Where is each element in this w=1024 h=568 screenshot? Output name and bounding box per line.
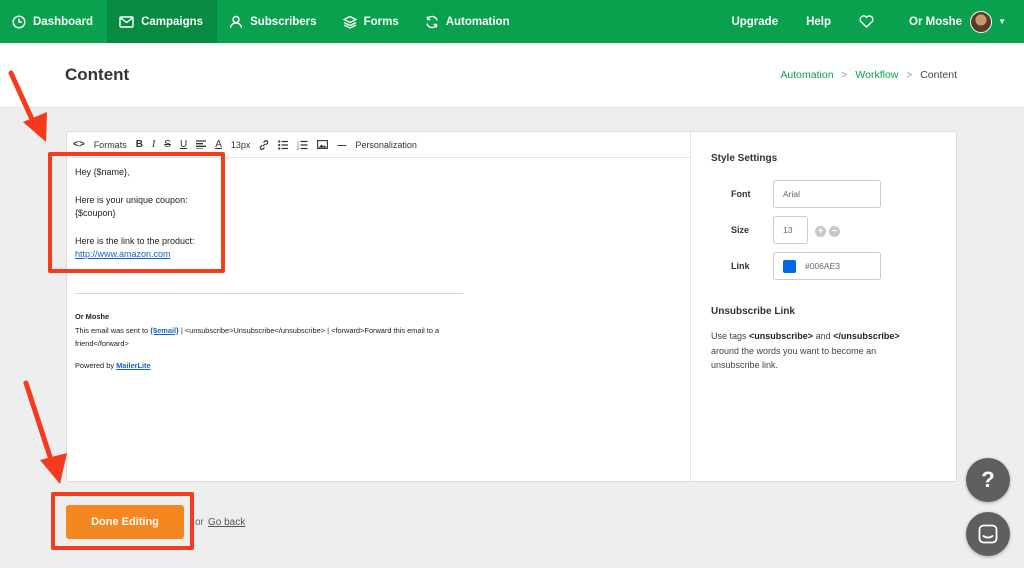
help-button[interactable]: ? xyxy=(966,458,1010,502)
nav-subscribers-label: Subscribers xyxy=(250,15,317,28)
dashboard-icon xyxy=(12,14,26,29)
breadcrumb: Automation > Workflow > Content xyxy=(780,69,957,81)
nav-dashboard[interactable]: Dashboard xyxy=(0,0,107,43)
divider-icon[interactable]: — xyxy=(337,140,346,150)
link-color-value: #006AE3 xyxy=(805,261,840,271)
text-color-icon[interactable]: A xyxy=(215,139,222,150)
avatar xyxy=(970,10,993,33)
unsub-and: and xyxy=(813,331,834,341)
page-title: Content xyxy=(65,65,130,84)
nav-automation[interactable]: Automation xyxy=(413,0,524,43)
chevron-down-icon: ▼ xyxy=(998,17,1006,26)
personalization-dropdown[interactable]: Personalization xyxy=(355,140,417,150)
user-menu[interactable]: Or Moshe ▼ xyxy=(895,0,1024,43)
breadcrumb-workflow[interactable]: Workflow xyxy=(855,69,898,81)
footer-powered-prefix: Powered by xyxy=(75,360,117,370)
breadcrumb-current: Content xyxy=(920,69,957,81)
refresh-icon xyxy=(426,15,438,28)
nav-campaigns-label: Campaigns xyxy=(141,15,204,28)
color-swatch[interactable] xyxy=(783,259,796,273)
footer-powered: Powered by MailerLite xyxy=(75,359,465,373)
chat-icon xyxy=(978,524,998,544)
nav-subscribers[interactable]: Subscribers xyxy=(217,0,330,43)
email-divider xyxy=(75,293,463,294)
nav-dashboard-label: Dashboard xyxy=(33,15,94,28)
envelope-icon xyxy=(119,15,134,28)
unsubscribe-title: Unsubscribe Link xyxy=(711,306,795,317)
font-size-dropdown[interactable]: 13px xyxy=(231,140,251,150)
nav-campaigns[interactable]: Campaigns xyxy=(107,0,218,43)
underline-icon[interactable]: U xyxy=(180,139,187,150)
link-color-label: Link xyxy=(731,261,750,271)
page-header: Content Automation > Workflow > Content xyxy=(0,43,1024,108)
unsubscribe-help: Use tags <unsubscribe> and </unsubscribe… xyxy=(711,329,926,373)
bold-icon[interactable]: B xyxy=(136,139,143,150)
footer-brand-link[interactable]: MailerLite xyxy=(116,361,151,370)
annotation-box-done-button xyxy=(51,492,194,550)
size-field[interactable]: 13 xyxy=(773,216,808,244)
decrease-size-button[interactable]: − xyxy=(829,226,840,237)
style-settings-title: Style Settings xyxy=(711,153,778,164)
top-nav: Dashboard Campaigns Subscribers Forms Au… xyxy=(0,0,1024,43)
user-name: Or Moshe xyxy=(909,15,963,28)
link-color-field[interactable]: #006AE3 xyxy=(773,252,881,280)
nav-help[interactable]: Help xyxy=(792,0,845,43)
strikethrough-icon[interactable]: S xyxy=(164,139,171,150)
italic-icon[interactable]: I xyxy=(152,139,155,150)
font-value: Arial xyxy=(783,189,801,199)
svg-text:3: 3 xyxy=(297,147,299,150)
chevron-right-icon: > xyxy=(841,69,848,81)
email-footer: Or Moshe This email was sent to {$email}… xyxy=(75,310,465,372)
align-icon[interactable] xyxy=(196,140,207,149)
nav-upgrade[interactable]: Upgrade xyxy=(717,0,792,43)
font-label: Font xyxy=(731,189,751,199)
footer-sender: Or Moshe xyxy=(75,312,110,321)
chevron-right-icon: > xyxy=(906,69,913,81)
user-icon xyxy=(229,15,243,28)
layers-icon xyxy=(342,15,357,29)
font-field[interactable]: Arial xyxy=(773,180,881,208)
or-text: or xyxy=(195,517,204,528)
size-label: Size xyxy=(731,225,750,235)
nav-automation-label: Automation xyxy=(445,15,510,28)
chat-button[interactable] xyxy=(966,512,1010,556)
go-back-link[interactable]: Go back xyxy=(208,517,245,528)
breadcrumb-automation[interactable]: Automation xyxy=(780,69,833,81)
style-settings: Style Settings Font Arial Size 13 + − Li… xyxy=(711,132,957,481)
unsub-post: around the words you want to become an u… xyxy=(711,345,877,371)
bullet-list-icon[interactable] xyxy=(278,139,289,150)
size-value: 13 xyxy=(783,225,793,235)
annotation-arrow-top xyxy=(8,70,47,142)
increase-size-button[interactable]: + xyxy=(815,226,826,237)
annotation-arrow-bottom xyxy=(23,380,67,484)
link-icon[interactable] xyxy=(259,139,269,150)
footer-sent-to-prefix: This email was sent to xyxy=(75,325,151,335)
annotation-box-email-body xyxy=(48,152,225,273)
unsub-tag-close: </unsubscribe> xyxy=(833,331,900,341)
unsub-tag-open: <unsubscribe> xyxy=(749,331,814,341)
unsub-pre: Use tags xyxy=(711,331,750,341)
code-icon[interactable]: <> xyxy=(73,139,85,150)
nav-forms-label: Forms xyxy=(363,15,399,28)
nav-favorite[interactable] xyxy=(845,0,895,43)
image-icon[interactable] xyxy=(317,140,329,149)
numbered-list-icon[interactable]: 123 xyxy=(297,140,308,150)
footer-sent-to: This email was sent to {$email} | <unsub… xyxy=(75,324,465,351)
footer-email-tag[interactable]: {$email} xyxy=(150,326,179,335)
formats-dropdown[interactable]: Formats xyxy=(94,140,127,150)
nav-forms[interactable]: Forms xyxy=(331,0,413,43)
heart-icon xyxy=(859,15,874,28)
